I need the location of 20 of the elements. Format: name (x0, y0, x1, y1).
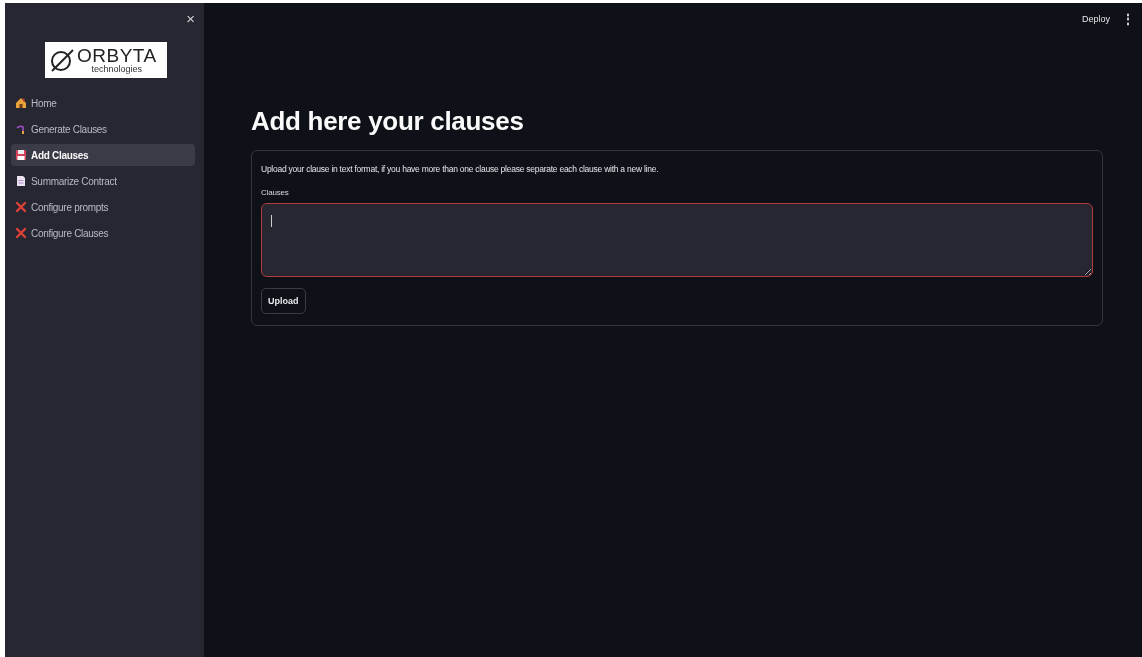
page-title: Add here your clauses (251, 106, 525, 137)
nav-item[interactable]: Configure Clauses (11, 222, 195, 244)
clauses-field[interactable] (261, 203, 1093, 277)
nav-item[interactable]: Home (11, 92, 195, 114)
logo-name: ORBYTA (77, 46, 157, 65)
nav-item[interactable]: Configure prompts (11, 196, 195, 218)
house-icon (15, 97, 27, 109)
nav-item[interactable]: Summarize Contract (11, 170, 195, 192)
menu-button[interactable]: ⋮ (1122, 12, 1134, 26)
nav-item[interactable]: Generate Clauses (11, 118, 195, 140)
hook-icon (15, 123, 27, 135)
document-icon (15, 175, 27, 187)
logo-tagline: technologies (91, 65, 143, 74)
orbit-logo-icon (49, 47, 75, 73)
field-label: Clauses (261, 188, 290, 197)
close-button[interactable]: × (186, 11, 195, 26)
deploy-button[interactable]: Deploy (1082, 14, 1110, 24)
instructions-text: Upload your clause in text format, if you have more than one clause please separate each clause with a new line. (261, 164, 660, 174)
upload-button[interactable]: Upload (261, 288, 306, 314)
nav-item[interactable]: Add Clauses (11, 144, 195, 166)
